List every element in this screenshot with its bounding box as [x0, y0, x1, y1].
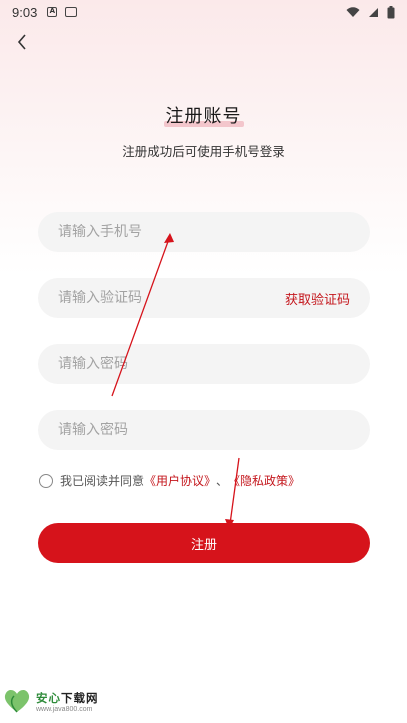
back-button[interactable]	[12, 30, 32, 54]
page-title: 注册账号	[163, 102, 244, 128]
notification-a-icon: A	[47, 7, 58, 17]
status-time: 9:03	[12, 4, 38, 20]
page-subtitle: 注册成功后可使用手机号登录	[122, 144, 285, 159]
privacy-policy-link[interactable]: 《隐私政策》	[228, 472, 300, 489]
phone-input[interactable]	[58, 224, 350, 240]
agreement-row: 我已阅读并同意 《用户协议》 、 《隐私政策》	[39, 472, 300, 489]
confirm-password-field[interactable]	[38, 410, 370, 450]
watermark-logo-icon	[2, 688, 32, 714]
watermark-main-green: 安心	[36, 690, 61, 705]
password-field[interactable]	[38, 344, 370, 384]
agreement-prefix: 我已阅读并同意	[60, 474, 145, 488]
wifi-icon	[346, 6, 360, 17]
chevron-left-icon	[17, 34, 26, 50]
watermark-main-dark: 下载网	[61, 690, 99, 705]
title-wrap: 注册账号	[0, 102, 407, 128]
battery-icon	[387, 5, 395, 18]
verification-code-input[interactable]	[58, 290, 285, 306]
annotation-arrow-down	[225, 457, 240, 529]
get-code-button[interactable]: 获取验证码	[285, 289, 350, 308]
password-input[interactable]	[58, 356, 350, 372]
confirm-password-input[interactable]	[58, 422, 350, 438]
watermark: 安心下载网 www.java800.com	[2, 688, 99, 714]
signal-icon	[369, 7, 378, 17]
message-icon	[65, 7, 78, 17]
agreement-checkbox[interactable]	[39, 473, 53, 488]
register-label: 注册	[190, 537, 217, 553]
register-button[interactable]: 注册	[38, 523, 370, 563]
code-field[interactable]: 获取验证码	[38, 278, 370, 318]
user-agreement-link[interactable]: 《用户协议》	[144, 472, 216, 489]
phone-field[interactable]	[38, 212, 370, 252]
status-bar: 9:03 A	[0, 0, 407, 24]
watermark-url: www.java800.com	[36, 705, 93, 713]
agreement-separator: 、	[216, 474, 229, 488]
